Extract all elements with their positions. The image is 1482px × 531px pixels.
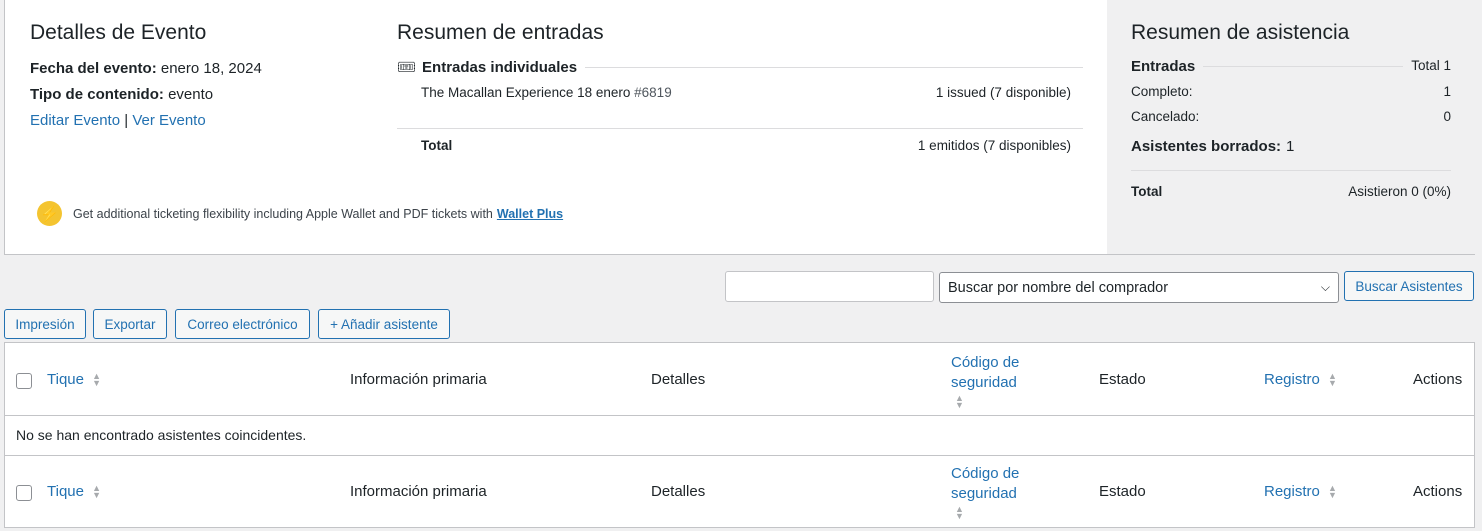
cancelled-row: Cancelado: 0: [1131, 109, 1451, 124]
column-checkin[interactable]: Registro ▲ ▼: [1264, 371, 1337, 388]
tickets-total-value: 1 emitidos (7 disponibles): [917, 138, 1071, 153]
column-security-code-line2: seguridad: [951, 373, 1017, 391]
chevron-down-icon: ⌵: [1320, 280, 1330, 294]
column-actions: Actions: [1413, 371, 1463, 388]
deleted-attendees-label: Asistentes borrados:: [1131, 138, 1282, 155]
complete-label: Completo:: [1131, 84, 1193, 99]
tickets-heading: Resumen de entradas: [397, 21, 604, 44]
entries-label: Entradas: [1131, 58, 1196, 75]
attendance-summary: Resumen de asistencia Entradas Total 1 C…: [1107, 0, 1475, 254]
table-footer: Tique ▲ ▼ Información primaria Detalles C…: [5, 456, 1474, 528]
ticket-item-name: The Macallan Experience 18 enero: [421, 85, 631, 100]
search-type-selected: Buscar por nombre del comprador: [948, 279, 1169, 296]
sort-icon: ▲ ▼: [1328, 483, 1337, 501]
tickets-total-label: Total: [421, 138, 453, 153]
complete-value: 1: [1443, 84, 1451, 99]
sort-icon: ▲ ▼: [955, 393, 964, 411]
cancelled-value: 0: [1443, 109, 1451, 124]
column-details: Detalles: [651, 371, 706, 388]
divider: [397, 128, 1083, 129]
tickets-total-row: Total 1 emitidos (7 disponibles): [421, 138, 1071, 153]
search-attendees-button[interactable]: Buscar Asistentes: [1344, 271, 1474, 301]
entries-total: Total 1: [1411, 58, 1451, 73]
divider: [585, 66, 1083, 68]
sort-icon: ▲ ▼: [955, 504, 964, 522]
column-ticket[interactable]: Tique ▲ ▼: [47, 483, 101, 500]
content-type-label: Tipo de contenido:: [30, 86, 164, 103]
divider: [1131, 170, 1451, 171]
column-checkin-label: Registro: [1264, 371, 1320, 388]
wallet-plus-link[interactable]: Wallet Plus: [497, 207, 563, 221]
event-details-heading: Detalles de Evento: [30, 21, 207, 44]
sort-icon: ▲ ▼: [92, 371, 102, 389]
cancelled-label: Cancelado:: [1131, 109, 1200, 124]
event-links: Editar Evento | Ver Evento: [30, 112, 206, 129]
column-security-code-line2: seguridad: [951, 484, 1017, 502]
column-details: Detalles: [651, 483, 706, 500]
lightning-icon: ⚡: [37, 201, 62, 226]
add-attendee-button[interactable]: + Añadir asistente: [318, 309, 450, 339]
attendance-heading: Resumen de asistencia: [1131, 21, 1350, 44]
divider: [1203, 66, 1404, 67]
search-type-select[interactable]: Buscar por nombre del comprador ⌵: [939, 272, 1339, 303]
select-all-checkbox-footer[interactable]: [16, 485, 32, 501]
attendee-search-input[interactable]: [725, 271, 934, 302]
attendance-total-value: Asistieron 0 (0%): [1348, 184, 1451, 199]
column-security-code-line1: Código de: [951, 354, 1020, 371]
ticket-item-id: #6819: [634, 85, 672, 100]
ticket-item: The Macallan Experience 18 enero #6819 1…: [421, 85, 1071, 100]
complete-row: Completo: 1: [1131, 84, 1451, 99]
column-status: Estado: [1099, 371, 1146, 388]
attendance-entries-row: Entradas Total 1: [1131, 58, 1451, 75]
email-button[interactable]: Correo electrónico: [175, 309, 310, 339]
promo-text: Get additional ticketing flexibility inc…: [73, 206, 493, 221]
event-date: Fecha del evento: enero 18, 2024: [30, 60, 262, 77]
deleted-attendees-value: 1: [1286, 138, 1295, 155]
column-status: Estado: [1099, 483, 1146, 500]
event-summary-panel: Detalles de Evento Fecha del evento: ene…: [4, 0, 1475, 255]
attendance-total-row: Total Asistieron 0 (0%): [1131, 184, 1451, 199]
column-checkin-label: Registro: [1264, 483, 1320, 500]
column-security-code-line1: Código de: [951, 465, 1020, 482]
individual-tickets-label: Entradas individuales: [422, 58, 578, 76]
empty-message: No se han encontrado asistentes coincide…: [16, 427, 307, 443]
edit-event-link[interactable]: Editar Evento: [30, 112, 120, 129]
column-checkin[interactable]: Registro ▲ ▼: [1264, 483, 1337, 500]
table-header: Tique ▲ ▼ Información primaria Detalles C…: [5, 343, 1474, 415]
attendance-total-label: Total: [1131, 184, 1163, 199]
content-type-value: evento: [168, 86, 214, 103]
column-primary-info: Información primaria: [350, 371, 487, 388]
sort-icon: ▲ ▼: [92, 483, 102, 501]
link-separator: |: [124, 112, 129, 129]
column-primary-info: Información primaria: [350, 483, 487, 500]
sort-icon: ▲ ▼: [1328, 371, 1337, 389]
column-actions: Actions: [1413, 483, 1463, 500]
column-ticket[interactable]: Tique ▲ ▼: [47, 371, 101, 388]
column-security-code[interactable]: Código de seguridad ▲ ▼: [951, 353, 1019, 412]
column-security-code[interactable]: Código de seguridad ▲ ▼: [951, 464, 1019, 523]
ticket-item-status: 1 issued (7 disponible): [935, 85, 1071, 100]
divider: [5, 415, 1474, 416]
attendees-table: Tique ▲ ▼ Información primaria Detalles C…: [4, 342, 1475, 528]
event-date-value: enero 18, 2024: [160, 60, 262, 77]
individual-tickets-header: 🎟 Entradas individuales: [397, 58, 1083, 76]
ticket-icon: 🎟: [397, 59, 417, 76]
export-button[interactable]: Exportar: [93, 309, 167, 339]
wallet-plus-promo: ⚡ Get additional ticketing flexibility i…: [37, 201, 563, 226]
select-all-checkbox[interactable]: [16, 373, 32, 389]
print-button[interactable]: Impresión: [4, 309, 86, 339]
view-event-link[interactable]: Ver Evento: [132, 112, 205, 129]
event-date-label: Fecha del evento:: [30, 60, 157, 77]
content-type: Tipo de contenido: evento: [30, 86, 213, 103]
deleted-attendees-row: Asistentes borrados: 1: [1131, 138, 1451, 155]
ticket-item-name-wrap: The Macallan Experience 18 enero #6819: [421, 85, 672, 100]
column-ticket-label: Tique: [47, 483, 84, 500]
column-ticket-label: Tique: [47, 371, 84, 388]
